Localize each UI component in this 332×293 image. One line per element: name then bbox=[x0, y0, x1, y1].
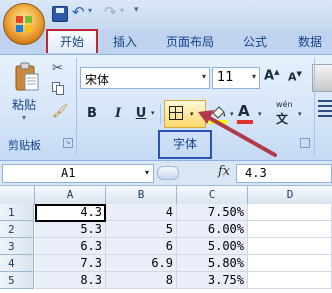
formula-value: 4.3 bbox=[245, 166, 267, 180]
cell-a5[interactable]: 8.3 bbox=[35, 272, 106, 289]
row-header[interactable]: 5 bbox=[0, 272, 34, 289]
row-header[interactable]: 3 bbox=[0, 238, 34, 255]
cell-d5[interactable] bbox=[248, 272, 332, 289]
cell-d4[interactable] bbox=[248, 255, 332, 272]
formula-input[interactable]: 4.3 bbox=[236, 164, 332, 183]
row-header[interactable]: 2 bbox=[0, 221, 34, 238]
cell-c4[interactable]: 5.80% bbox=[177, 255, 248, 272]
cell-b2[interactable]: 5 bbox=[106, 221, 177, 238]
cell-d2[interactable] bbox=[248, 221, 332, 238]
cell-a2[interactable]: 5.3 bbox=[35, 221, 106, 238]
formula-bar-resize-handle[interactable] bbox=[157, 166, 179, 180]
row-header[interactable]: 1 bbox=[0, 204, 34, 221]
office-button[interactable] bbox=[3, 3, 45, 45]
office-logo-icon bbox=[16, 16, 32, 32]
select-all-corner[interactable] bbox=[0, 186, 35, 205]
column-header-b[interactable]: B bbox=[106, 186, 177, 205]
column-header-a[interactable]: A bbox=[35, 186, 106, 205]
cell-c3[interactable]: 5.00% bbox=[177, 238, 248, 255]
chevron-down-icon[interactable]: ▾ bbox=[145, 168, 149, 177]
cell-d3[interactable] bbox=[248, 238, 332, 255]
column-header-c[interactable]: C bbox=[177, 186, 248, 205]
cell-d1[interactable] bbox=[248, 204, 332, 221]
cell-a3[interactable]: 6.3 bbox=[35, 238, 106, 255]
row-header[interactable]: 4 bbox=[0, 255, 34, 272]
name-box-value: A1 bbox=[61, 166, 76, 180]
cell-b3[interactable]: 6 bbox=[106, 238, 177, 255]
cell-c5[interactable]: 3.75% bbox=[177, 272, 248, 289]
name-box[interactable]: A1 ▾ bbox=[2, 164, 154, 183]
cell-c1[interactable]: 7.50% bbox=[177, 204, 248, 221]
cell-c2[interactable]: 6.00% bbox=[177, 221, 248, 238]
cell-a4[interactable]: 7.3 bbox=[35, 255, 106, 272]
cell-b4[interactable]: 6.9 bbox=[106, 255, 177, 272]
insert-function-icon[interactable]: fx bbox=[218, 164, 230, 179]
active-cell-border bbox=[35, 204, 106, 222]
cell-b5[interactable]: 8 bbox=[106, 272, 177, 289]
column-header-d[interactable]: D bbox=[248, 186, 332, 205]
cell-b1[interactable]: 4 bbox=[106, 204, 177, 221]
